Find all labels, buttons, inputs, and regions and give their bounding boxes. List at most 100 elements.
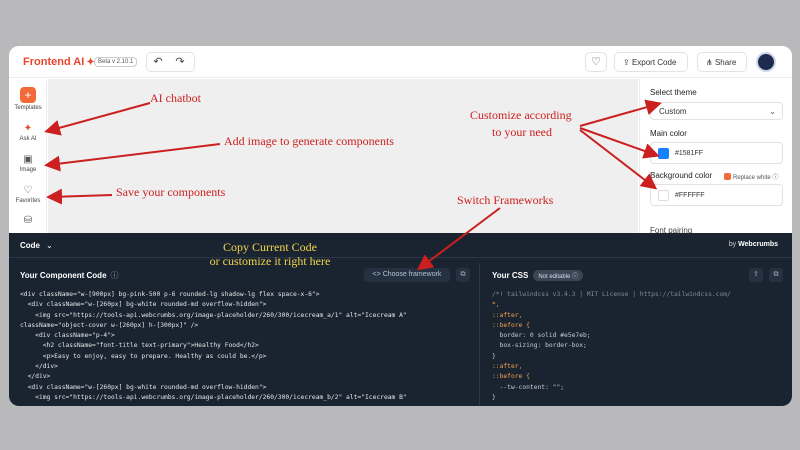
code-line: <p>Easy to enjoy, easy to prepare. Healt… [20, 352, 267, 360]
code-panel: Code ⌄ by Webcrumbs Your Component Code ⓘ … [9, 233, 792, 406]
main-color-value: #1581FF [675, 150, 704, 157]
top-bar: Frontend AI ✦ Beta v 2.10.1 ↶ ↷ ♡ ⇪ Expor… [9, 46, 792, 78]
webcrumbs-credit[interactable]: by Webcrumbs [729, 241, 778, 248]
background-color-value: #FFFFFF [675, 192, 705, 199]
code-line: <div className="w-[260px] bg-white round… [20, 301, 267, 309]
badge-label: Not editable [538, 274, 571, 280]
annotation-add-image: Add image to generate components [224, 134, 394, 148]
upload-icon: ⇪ [753, 271, 759, 278]
replace-white-toggle[interactable]: Replace white ⓘ [724, 172, 778, 181]
css-line: ::after, [492, 363, 523, 371]
share-icon: ⋔ [706, 58, 713, 67]
canvas-area[interactable] [48, 79, 638, 234]
sidebar-item-label: Templates [14, 105, 42, 111]
export-css-button[interactable]: ⇪ [749, 268, 763, 282]
css-line: ::after, [492, 311, 523, 319]
theme-value: Custom [659, 107, 687, 116]
code-line: <img src="https://tools-api.webcrumbs.or… [20, 311, 407, 319]
plus-icon: + [20, 87, 36, 103]
annotation-customize-line1: Customize according [470, 108, 572, 122]
component-code-title: Your Component Code ⓘ [20, 270, 119, 281]
by-prefix: by [728, 241, 737, 248]
favorite-button[interactable]: ♡ [585, 52, 607, 72]
redo-icon[interactable]: ↷ [171, 53, 189, 71]
divider [9, 257, 792, 258]
css-line: *, [492, 301, 500, 309]
code-line: </div> [20, 373, 51, 381]
copy-icon: ⧉ [460, 271, 466, 278]
copy-css-button[interactable]: ⧉ [769, 268, 783, 282]
avatar[interactable] [756, 52, 776, 72]
annotation-copy-line1: Copy Current Code [223, 240, 317, 254]
main-color-field[interactable]: #1581FF [650, 142, 783, 164]
main-color-label: Main color [650, 129, 687, 138]
code-line: <div className="w-[900px] bg-pink-500 p-… [20, 291, 320, 298]
select-theme-label: Select theme [650, 88, 697, 97]
code-line: <div className="p-4"> [20, 332, 115, 340]
bucket-icon: ⛁ [23, 215, 33, 226]
annotation-switch-frameworks: Switch Frameworks [457, 193, 554, 207]
annotation-save-components: Save your components [116, 185, 226, 199]
sidebar: + Templates ✦ Ask AI ▣ Image ♡ Favorites… [9, 79, 47, 234]
share-label: Share [714, 58, 737, 67]
css-line: /*! tailwindcss v3.4.3 | MIT License | h… [492, 291, 731, 298]
app-logo[interactable]: Frontend AI ✦ [23, 56, 95, 68]
component-code-title-text: Your Component Code [20, 271, 107, 280]
info-icon: ⓘ [772, 175, 779, 181]
theme-panel: Select theme Custom ⌄ Main color #1581FF… [639, 79, 792, 235]
image-icon: ▣ [23, 154, 33, 165]
heart-icon: ♡ [23, 185, 33, 196]
brand-name: Webcrumbs [738, 241, 778, 248]
sidebar-item-label: Favorites [15, 198, 41, 204]
sidebar-item-bucket[interactable]: ⛁ [9, 215, 47, 228]
code-line: <img src="https://tools-api.webcrumbs.or… [20, 393, 407, 401]
annotation-ai-chatbot: AI chatbot [150, 91, 201, 105]
checkbox-icon [724, 173, 731, 180]
export-code-button[interactable]: ⇪ Export Code [614, 52, 688, 72]
code-line: <div className="w-[260px] bg-white round… [20, 383, 267, 391]
sidebar-item-label: Image [19, 167, 37, 173]
replace-white-label: Replace white [733, 175, 771, 181]
choose-framework-button[interactable]: <> Choose framework [364, 268, 450, 282]
code-line: className="object-cover w-[260px] h-[300… [20, 321, 199, 329]
sidebar-item-templates[interactable]: + Templates [9, 87, 47, 111]
export-icon: ⇪ [623, 58, 630, 67]
sidebar-item-favorites[interactable]: ♡ Favorites [9, 185, 47, 204]
css-line: box-sizing: border-box; [492, 342, 587, 350]
sidebar-item-image[interactable]: ▣ Image [9, 154, 47, 173]
sparkle-icon: ✦ [23, 123, 33, 134]
copy-icon: ⧉ [773, 271, 779, 278]
not-editable-badge: Not editable ⓘ [533, 270, 584, 281]
version-badge: Beta v 2.10.1 [94, 57, 138, 67]
sidebar-item-label: Ask AI [19, 136, 37, 142]
css-line: } [492, 352, 496, 360]
code-toggle-label: Code [20, 241, 40, 250]
component-code-editor[interactable]: <div className="w-[900px] bg-pink-500 p-… [20, 290, 470, 406]
code-icon: <> [372, 271, 381, 278]
css-title-text: Your CSS [492, 271, 529, 280]
css-line: border: 0 solid #e5e7eb; [492, 332, 591, 340]
css-line: ::before { [492, 321, 530, 329]
theme-select[interactable]: Custom ⌄ [650, 102, 783, 120]
annotation-copy-line2: or customize it right here [209, 254, 331, 268]
divider [479, 263, 480, 406]
sidebar-item-ask-ai[interactable]: ✦ Ask AI [9, 123, 47, 142]
annotation-customize-line2: to your need [492, 125, 552, 139]
info-icon: ⓘ [110, 271, 119, 280]
export-label: Export Code [631, 58, 677, 67]
css-title: Your CSS Not editable ⓘ [492, 270, 584, 281]
css-viewer: /*! tailwindcss v3.4.3 | MIT License | h… [492, 290, 782, 406]
code-line: <h2 className="font-title text-primary">… [20, 342, 259, 350]
heart-icon: ♡ [591, 56, 601, 68]
background-color-swatch[interactable] [658, 190, 669, 201]
code-line: </div> [20, 363, 58, 371]
undo-icon[interactable]: ↶ [149, 53, 167, 71]
chevron-down-icon: ⌄ [46, 241, 53, 250]
copy-code-button[interactable]: ⧉ [456, 268, 470, 282]
main-color-swatch[interactable] [658, 148, 669, 159]
share-button[interactable]: ⋔ Share [697, 52, 747, 72]
css-line: } [492, 393, 496, 401]
background-color-field[interactable]: #FFFFFF [650, 184, 783, 206]
code-toggle[interactable]: Code ⌄ [20, 241, 53, 250]
background-color-label: Background color [650, 171, 713, 180]
